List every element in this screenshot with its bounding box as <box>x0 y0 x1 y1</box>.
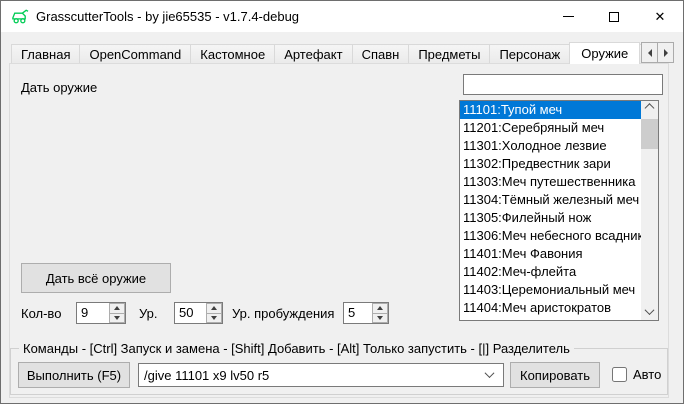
chevron-up-icon <box>645 103 655 113</box>
list-item[interactable]: 11306:Меч небесного всадника <box>460 227 641 245</box>
weapon-listbox[interactable]: 11101:Тупой меч11201:Серебряный меч11301… <box>459 100 659 321</box>
list-item[interactable]: 11101:Тупой меч <box>460 101 641 119</box>
refinement-spin-buttons <box>372 303 388 323</box>
level-spin-buttons <box>206 303 222 323</box>
weapon-search-input[interactable] <box>463 74 663 95</box>
tab-2[interactable]: Кастомное <box>190 44 275 64</box>
chevron-down-icon <box>645 305 655 315</box>
window-title: GrasscutterTools - by jie65535 - v1.7.4-… <box>36 9 299 24</box>
list-item[interactable]: 11301:Холодное лезвие <box>460 137 641 155</box>
list-item[interactable]: 11201:Серебряный меч <box>460 119 641 137</box>
tab-6[interactable]: Персонаж <box>489 44 570 64</box>
give-all-weapons-button[interactable]: Дать всё оружие <box>21 263 171 293</box>
app-logo-icon <box>10 8 29 25</box>
give-weapon-label: Дать оружие <box>21 80 97 95</box>
count-down-button[interactable] <box>109 313 125 324</box>
close-button[interactable]: ✕ <box>637 1 683 32</box>
window-controls: ✕ <box>545 1 683 32</box>
spin-up-icon <box>211 306 217 310</box>
run-command-button[interactable]: Выполнить (F5) <box>18 362 130 388</box>
list-item[interactable]: 11303:Меч путешественника <box>460 173 641 191</box>
count-spin-buttons <box>109 303 125 323</box>
tab-scroll-buttons <box>641 42 674 63</box>
maximize-icon <box>609 12 619 22</box>
level-value: 50 <box>175 303 206 323</box>
minimize-button[interactable] <box>545 1 591 32</box>
auto-checkbox-label: Авто <box>633 367 661 382</box>
tab-scroll-right-button[interactable] <box>657 42 674 63</box>
scrollbar-thumb[interactable] <box>641 119 658 149</box>
arrow-left-icon <box>648 49 652 57</box>
spin-down-icon <box>377 316 383 320</box>
weapon-list-items: 11101:Тупой меч11201:Серебряный меч11301… <box>460 101 641 320</box>
app-window: GrasscutterTools - by jie65535 - v1.7.4-… <box>0 0 684 404</box>
scroll-down-button[interactable] <box>641 303 658 320</box>
list-item[interactable]: 11403:Церемониальный меч <box>460 281 641 299</box>
list-item[interactable]: 11302:Предвестник зари <box>460 155 641 173</box>
close-icon: ✕ <box>655 10 666 23</box>
refinement-stepper[interactable]: 5 <box>343 302 389 324</box>
refinement-value: 5 <box>344 303 372 323</box>
tab-5[interactable]: Предметы <box>408 44 490 64</box>
scroll-up-button[interactable] <box>641 101 658 118</box>
level-stepper[interactable]: 50 <box>174 302 223 324</box>
command-combobox-input[interactable] <box>138 363 504 387</box>
auto-checkbox[interactable] <box>612 367 627 382</box>
weapon-list-scrollbar[interactable] <box>641 101 658 320</box>
count-stepper[interactable]: 9 <box>76 302 126 324</box>
commands-group-title: Команды - [Ctrl] Запуск и замена - [Shif… <box>19 341 574 356</box>
list-item[interactable]: 11404:Меч аристократов <box>460 299 641 317</box>
spin-up-icon <box>114 306 120 310</box>
list-item[interactable]: 11305:Филейный нож <box>460 209 641 227</box>
level-label: Ур. <box>139 306 158 321</box>
count-label: Кол-во <box>21 306 61 321</box>
tab-4[interactable]: Спавн <box>352 44 410 64</box>
list-item[interactable]: 11402:Меч-флейта <box>460 263 641 281</box>
copy-command-button[interactable]: Копировать <box>510 362 600 388</box>
maximize-button[interactable] <box>591 1 637 32</box>
tab-strip: ГлавнаяOpenCommandКастомноеАртефактСпавн… <box>11 41 665 64</box>
tab-7[interactable]: Оружие <box>569 42 640 64</box>
count-value: 9 <box>77 303 109 323</box>
level-down-button[interactable] <box>206 313 222 324</box>
minimize-icon <box>563 16 574 17</box>
list-item[interactable]: 11304:Тёмный железный меч <box>460 191 641 209</box>
spin-up-icon <box>377 306 383 310</box>
spin-down-icon <box>114 316 120 320</box>
arrow-right-icon <box>664 49 668 57</box>
tab-3[interactable]: Артефакт <box>274 44 352 64</box>
commands-groupbox: Команды - [Ctrl] Запуск и замена - [Shif… <box>10 348 668 395</box>
tab-scroll-left-button[interactable] <box>641 42 658 63</box>
spin-down-icon <box>211 316 217 320</box>
tab-0[interactable]: Главная <box>11 44 80 64</box>
refinement-down-button[interactable] <box>372 313 388 324</box>
refinement-label: Ур. пробуждения <box>232 306 334 321</box>
list-item[interactable]: 11401:Меч Фавония <box>460 245 641 263</box>
title-bar: GrasscutterTools - by jie65535 - v1.7.4-… <box>1 1 683 32</box>
tab-1[interactable]: OpenCommand <box>79 44 191 64</box>
